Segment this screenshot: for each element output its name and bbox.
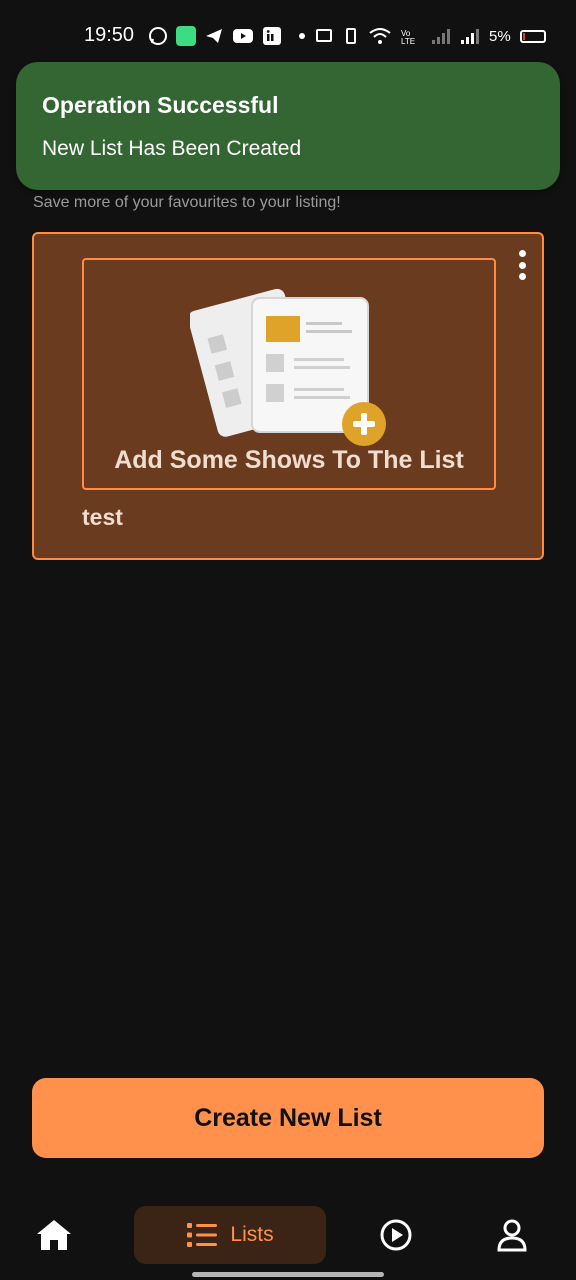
status-time: 19:50 (84, 24, 135, 46)
toast-message: New List Has Been Created (42, 137, 302, 160)
profile-icon (497, 1219, 527, 1252)
cast-icon (316, 29, 332, 42)
add-shows-placeholder[interactable]: Add Some Shows To The List (82, 258, 496, 490)
nav-home[interactable] (24, 1206, 84, 1264)
youtube-icon (233, 29, 253, 43)
page-subtitle: Save more of your favourites to your lis… (33, 194, 341, 211)
volte-icon: VoLTE (401, 29, 415, 45)
battery-saver-icon (176, 26, 196, 46)
more-options-icon[interactable] (516, 250, 528, 280)
status-bar: 19:50 Vo LTE 5% (0, 0, 576, 62)
bottom-navigation: Lists (0, 1196, 576, 1280)
success-toast[interactable]: Operation Successful New List Has Been C… (16, 62, 560, 190)
battery-icon (519, 29, 546, 43)
dot-icon (299, 33, 305, 39)
vibrate-icon (346, 28, 356, 44)
wifi-icon (369, 28, 391, 44)
svg-text:LTE: LTE (401, 37, 415, 45)
toast-title: Operation Successful (42, 92, 279, 118)
add-shows-label: Add Some Shows To The List (114, 446, 464, 474)
telegram-icon (206, 29, 222, 43)
nav-lists-label: Lists (230, 1223, 274, 1246)
signal-icon (432, 29, 450, 44)
nav-lists[interactable]: Lists (134, 1206, 326, 1264)
whatsapp-icon (149, 27, 167, 45)
home-icon (37, 1220, 71, 1250)
home-indicator[interactable] (192, 1272, 384, 1277)
linkedin-icon (263, 27, 281, 45)
create-new-list-button[interactable]: Create New List (32, 1078, 544, 1158)
status-notification-icons (148, 26, 282, 46)
list-card[interactable]: Add Some Shows To The List test (32, 232, 544, 560)
empty-list-illustration (190, 288, 386, 446)
nav-profile[interactable] (482, 1206, 542, 1264)
list-icon (187, 1223, 218, 1247)
battery-percent: 5% (489, 27, 511, 45)
status-system-icons: Vo LTE 5% (298, 26, 546, 46)
list-name: test (82, 504, 123, 530)
signal-icon (461, 29, 479, 44)
play-circle-icon (380, 1219, 412, 1251)
nav-play[interactable] (366, 1206, 426, 1264)
